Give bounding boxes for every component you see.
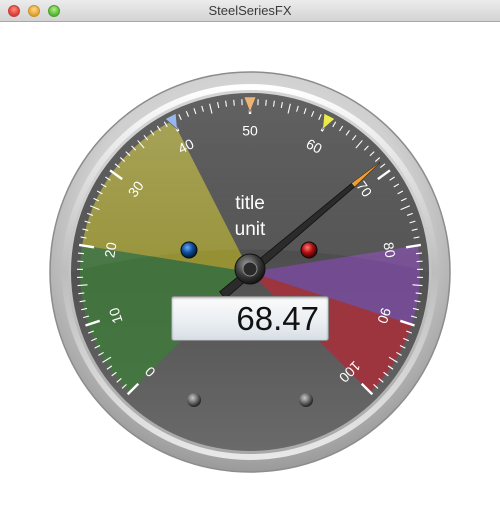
screw-icon — [187, 393, 201, 407]
lcd-value: 68.47 — [236, 300, 319, 337]
screw-icon — [299, 393, 313, 407]
threshold-led — [300, 241, 318, 259]
needle-knob-cap — [242, 261, 258, 277]
gauge-unit: unit — [234, 219, 266, 240]
title-bar: SteelSeriesFX — [0, 0, 500, 22]
radial-gauge: 0102030405060708090100 — [49, 71, 451, 473]
user-led — [180, 241, 198, 259]
window-title: SteelSeriesFX — [208, 3, 292, 18]
minor-tick — [415, 292, 422, 295]
lcd-display: 68.47 — [171, 296, 329, 341]
minor-tick — [78, 292, 85, 295]
gauge-title: title — [235, 193, 265, 214]
minor-tick — [77, 284, 88, 287]
minor-tick — [412, 284, 423, 287]
app-window: SteelSeriesFX 0 10 90 100 title unit 68.… — [0, 0, 500, 522]
